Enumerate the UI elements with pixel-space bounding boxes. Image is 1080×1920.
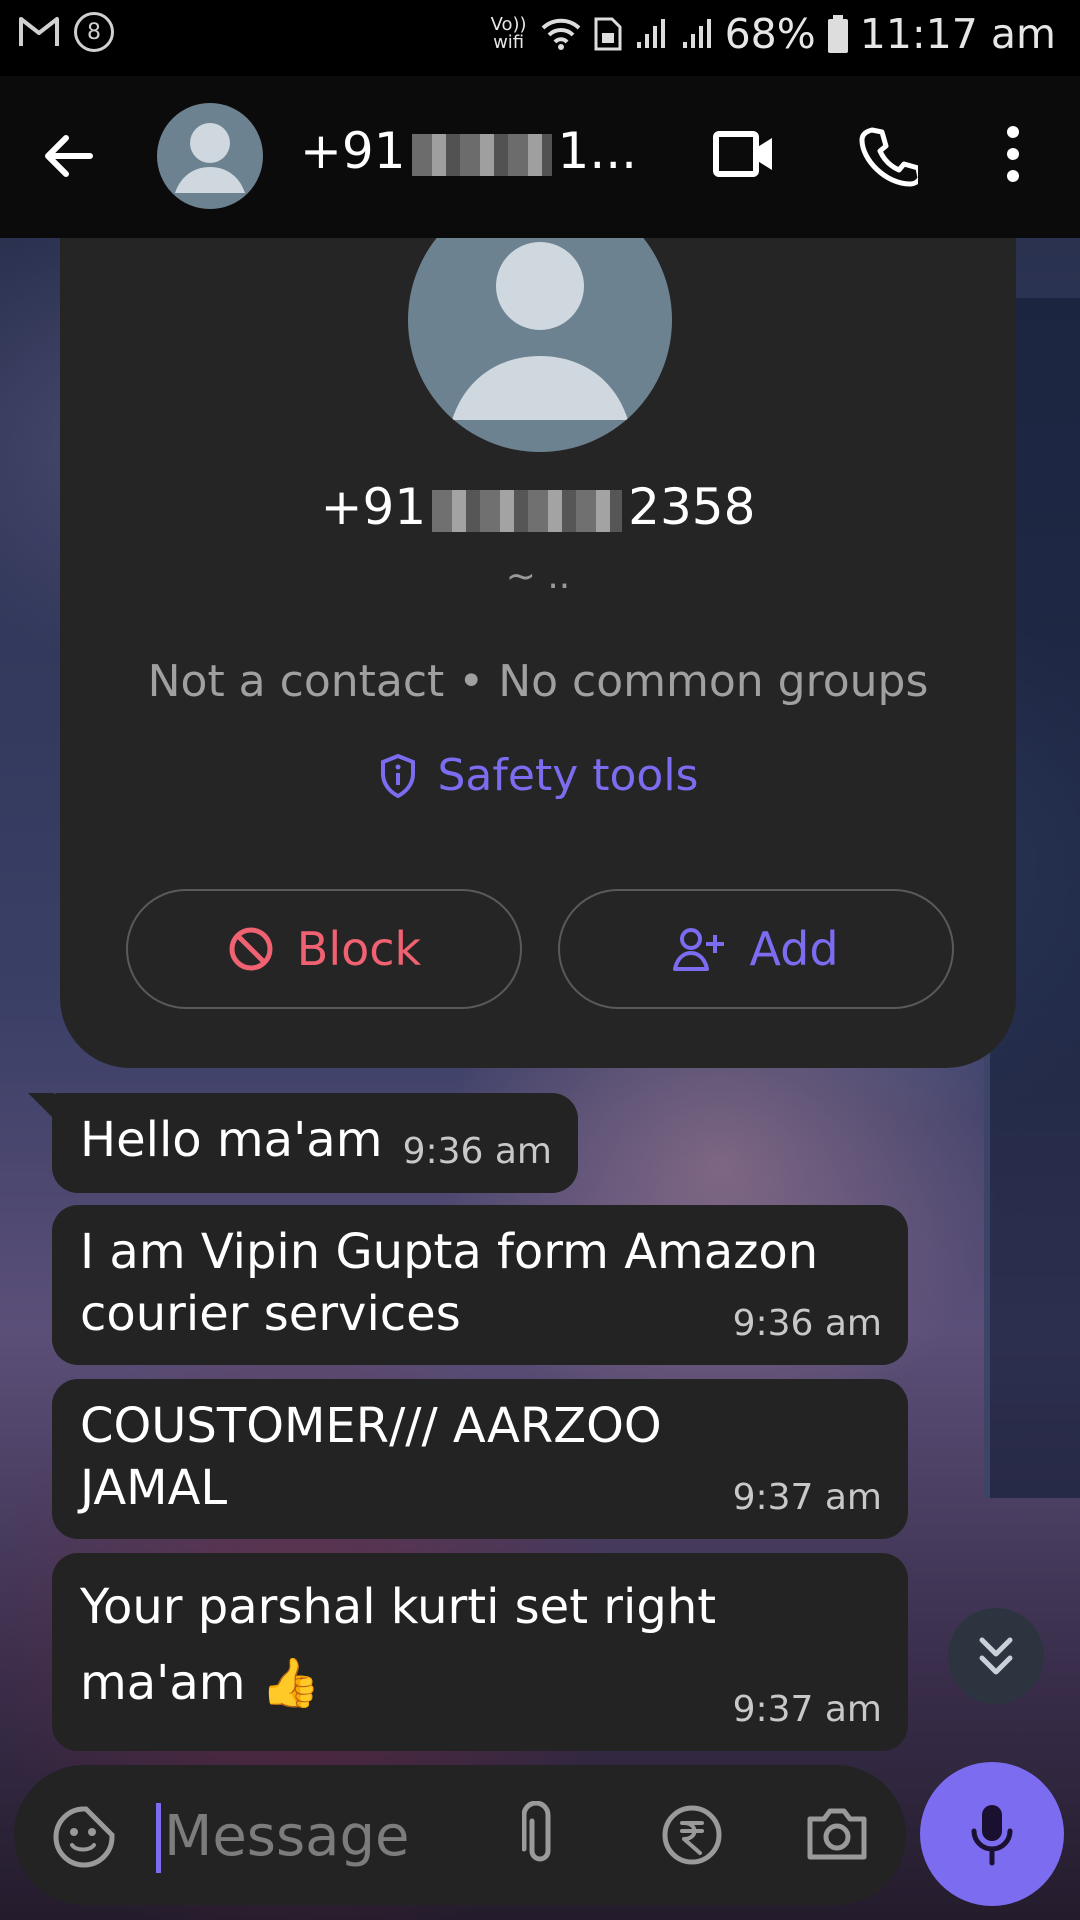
safety-tools-link[interactable]: Safety tools: [60, 750, 1016, 801]
default-avatar-icon: [452, 242, 628, 420]
double-chevron-down-icon: [979, 1637, 1013, 1675]
sim-icon: [594, 17, 622, 51]
message-bubble[interactable]: Your parshal kurti set right ma'am 👍 9:3…: [52, 1553, 908, 1751]
signal-icon-1: [636, 19, 665, 48]
text-cursor: [156, 1803, 161, 1873]
signal-icon-2: [682, 19, 711, 48]
contact-about: ~ ..: [505, 556, 571, 597]
gmail-icon: [19, 17, 59, 46]
block-button-label: Block: [296, 922, 422, 976]
contact-card-avatar[interactable]: [408, 238, 672, 452]
add-contact-button[interactable]: Add: [558, 889, 954, 1009]
contact-status-info: Not a contact • No common groups: [147, 656, 929, 707]
battery-percent: 68%: [724, 10, 816, 58]
video-call-icon[interactable]: [712, 124, 778, 184]
sticker-icon[interactable]: [52, 1805, 116, 1869]
default-avatar-icon: [175, 123, 245, 193]
message-bubble[interactable]: COUSTOMER/// AARZOO JAMAL 9:37 am: [52, 1379, 908, 1539]
notification-count-icon: 8: [74, 12, 114, 52]
message-time: 9:37 am: [732, 1477, 882, 1518]
message-text: COUSTOMER/// AARZOO JAMAL: [80, 1398, 662, 1516]
contact-info-card: +91 2358 ~ .. Not a contact • No common g…: [60, 238, 1016, 1068]
message-bubble[interactable]: Hello ma'am 9:36 am: [52, 1093, 578, 1193]
status-bar: 8 Vo)) wifi 68% 11:17 am: [0, 0, 1080, 76]
message-bubble[interactable]: I am Vipin Gupta form Amazon courier ser…: [52, 1205, 908, 1365]
message-input[interactable]: [162, 1795, 466, 1877]
block-button[interactable]: Block: [126, 889, 522, 1009]
bubble-tail: [28, 1093, 54, 1119]
message-composer: [14, 1765, 906, 1905]
battery-icon: [827, 15, 848, 53]
wifi-icon: [541, 18, 580, 50]
message-time: 9:36 am: [402, 1131, 552, 1172]
back-arrow-icon[interactable]: [40, 128, 96, 184]
contact-phone-number: +91 2358: [320, 478, 756, 536]
camera-icon[interactable]: [804, 1805, 870, 1863]
shield-info-icon: [380, 753, 415, 798]
clock: 11:17 am: [859, 10, 1056, 58]
volte-wifi-label: Vo)) wifi: [490, 14, 527, 53]
contact-avatar[interactable]: [157, 103, 263, 209]
message-time: 9:37 am: [732, 1689, 882, 1730]
mic-icon: [971, 1805, 1013, 1866]
attachment-icon[interactable]: [522, 1801, 558, 1865]
safety-tools-label: Safety tools: [437, 750, 699, 801]
redacted-number: [411, 133, 552, 176]
voice-call-icon[interactable]: [858, 124, 918, 188]
add-button-label: Add: [749, 922, 839, 976]
scroll-to-bottom-button[interactable]: [948, 1608, 1044, 1704]
add-person-icon: [673, 928, 725, 971]
block-icon: [229, 927, 273, 971]
chat-title[interactable]: +91 1...: [300, 122, 637, 180]
payment-rupee-icon[interactable]: [660, 1803, 724, 1867]
voice-message-button[interactable]: [920, 1762, 1064, 1906]
chat-header: +91 1...: [0, 76, 1080, 238]
more-options-icon[interactable]: [1002, 124, 1024, 184]
message-text: Your parshal kurti set right ma'am 👍: [80, 1579, 717, 1711]
message-time: 9:36 am: [732, 1303, 882, 1344]
chat-area[interactable]: +91 2358 ~ .. Not a contact • No common g…: [0, 238, 1080, 1920]
redacted-number: [432, 489, 623, 532]
